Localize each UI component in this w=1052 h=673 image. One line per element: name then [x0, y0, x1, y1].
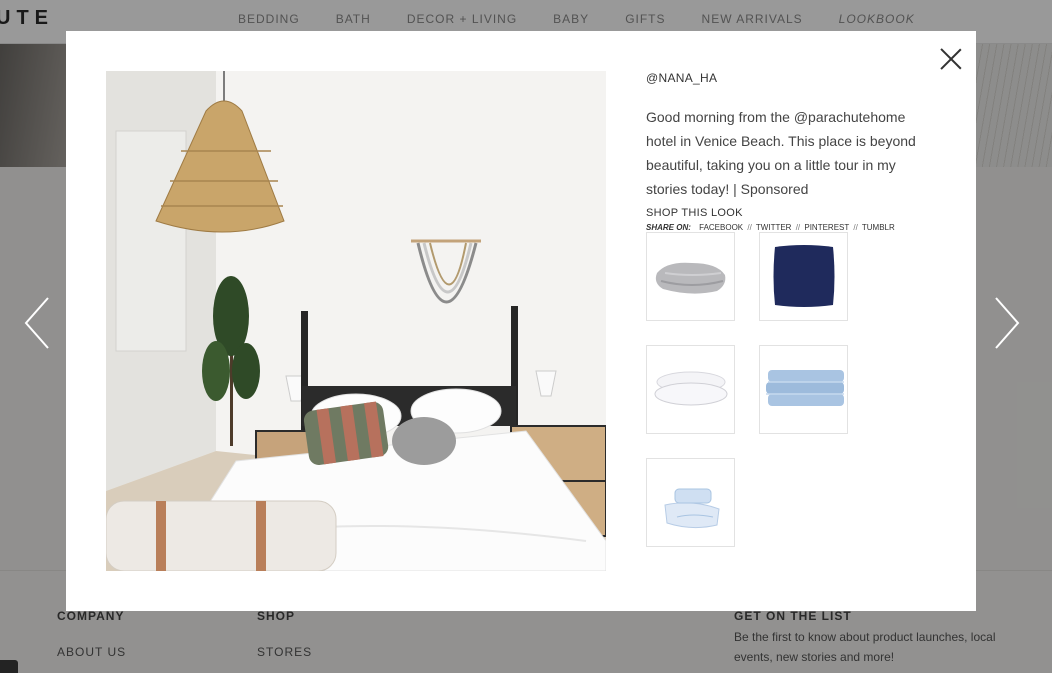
share-label: SHARE ON:: [646, 223, 691, 232]
product-navy-pillow[interactable]: [759, 232, 848, 321]
grey-duvet-insert-icon: [655, 262, 726, 294]
navy-pillow-icon: [773, 245, 835, 307]
look-details: @NANA_HA Good morning from the @parachut…: [646, 71, 946, 234]
share-tumblr-link[interactable]: TUMBLR: [862, 223, 895, 232]
blue-folded-sheets-icon: [766, 370, 844, 406]
lookbook-modal: @NANA_HA Good morning from the @parachut…: [66, 31, 976, 611]
share-separator: //: [853, 223, 858, 232]
lookbook-photo: [106, 71, 606, 571]
next-arrow-icon[interactable]: [992, 296, 1022, 350]
instagram-handle[interactable]: @NANA_HA: [646, 71, 946, 85]
white-pillows-icon: [654, 371, 728, 406]
shop-this-look-heading: SHOP THIS LOOK: [646, 207, 743, 219]
post-caption: Good morning from the @parachutehome hot…: [646, 109, 916, 197]
share-separator: //: [795, 223, 801, 232]
share-separator: //: [747, 223, 752, 232]
powered-by-pixlee[interactable]: POWERED BY PIXLEE: [824, 589, 913, 598]
previous-arrow-icon[interactable]: [22, 296, 52, 350]
bedroom-photo-image: [106, 71, 606, 571]
share-pinterest-link[interactable]: PINTEREST: [804, 223, 849, 232]
share-twitter-link[interactable]: TWITTER: [756, 223, 792, 232]
product-blue-sheet-set[interactable]: [646, 458, 735, 547]
product-white-pillows[interactable]: [646, 345, 735, 434]
close-icon[interactable]: [939, 47, 963, 71]
blue-sheet-set-icon: [664, 488, 720, 529]
share-facebook-link[interactable]: FACEBOOK: [699, 223, 743, 232]
product-blue-sheets[interactable]: [759, 345, 848, 434]
product-duvet-insert[interactable]: [646, 232, 735, 321]
